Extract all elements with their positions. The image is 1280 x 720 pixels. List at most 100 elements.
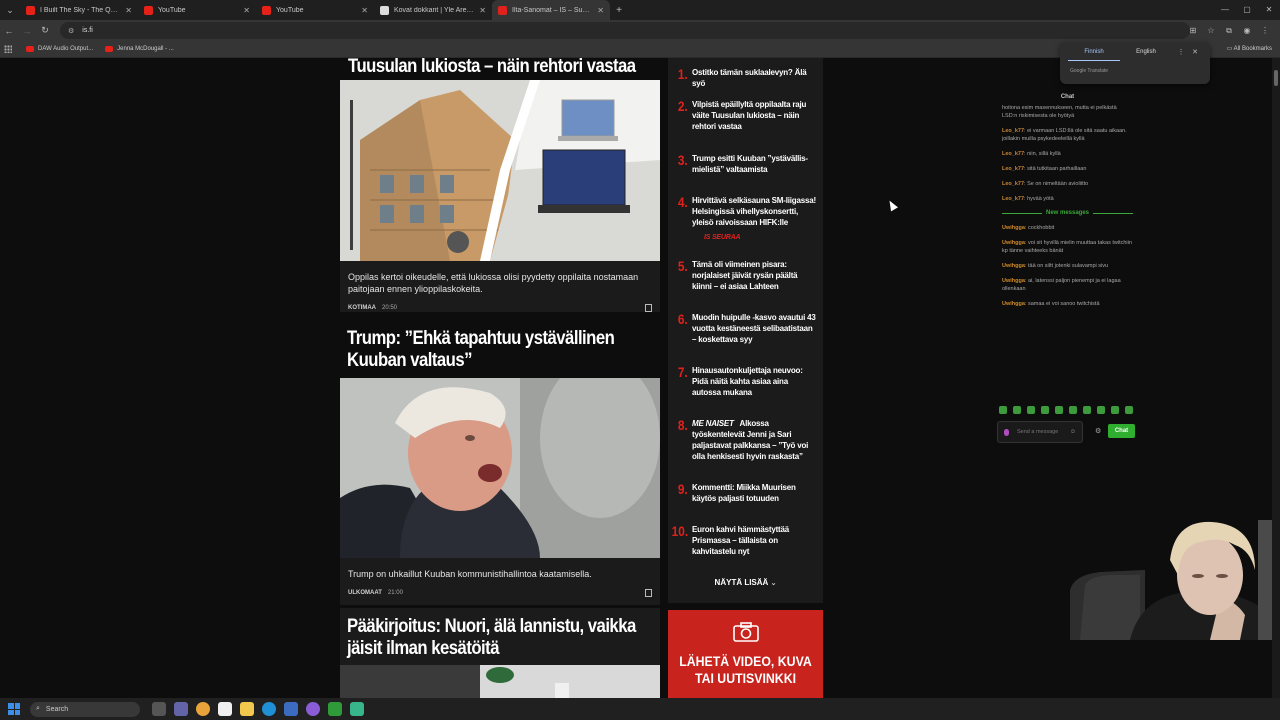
article-section[interactable]: KOTIMAA (348, 305, 376, 311)
forward-icon[interactable]: → (18, 26, 36, 36)
extensions-icon[interactable]: ⧉ (1220, 26, 1238, 36)
emoji-icon[interactable]: ☺ (1070, 429, 1076, 435)
most-read-item[interactable]: 10. Euron kahvi hämmästyttää Prismassa –… (668, 524, 823, 557)
article-card[interactable]: Oppilas kertoi oikeudelle, että lukiossa… (340, 80, 660, 312)
close-window-icon[interactable]: ✕ (1258, 0, 1280, 20)
chat-username[interactable]: Uwihgga (1002, 225, 1025, 231)
new-tab-button[interactable]: + (610, 5, 628, 16)
send-tip-banner[interactable]: LÄHETÄ VIDEO, KUVA TAI UUTISVINKKI (668, 610, 823, 698)
emote-icon[interactable] (1097, 406, 1105, 414)
task-view-icon[interactable] (152, 702, 166, 716)
back-icon[interactable]: ← (0, 26, 18, 36)
save-article-icon[interactable] (645, 304, 652, 312)
rank-title[interactable]: Muodin huipulle -kasvo avautui 43 vuotta… (692, 312, 823, 345)
target-lang-tab[interactable]: English (1120, 44, 1172, 60)
scrollbar-thumb[interactable] (1274, 70, 1278, 86)
article-headline[interactable]: jäisit ilman kesätöitä (340, 637, 622, 665)
site-info-icon[interactable]: ⚙ (68, 27, 74, 35)
emote-icon[interactable] (1111, 406, 1119, 414)
browser-tab[interactable]: I Built The Sky - The Quiet Place ✕ (20, 0, 138, 20)
emote-icon[interactable] (1125, 406, 1133, 414)
chat-username[interactable]: Uwihgga (1002, 301, 1025, 307)
chrome-icon[interactable] (196, 702, 210, 716)
article-card[interactable]: Trump: ”Ehkä tapahtuu ystävällinen Kuuba… (340, 320, 660, 605)
article-headline[interactable]: Trump: ”Ehkä tapahtuu ystävällinen (340, 320, 622, 349)
rank-title[interactable]: Euron kahvi hämmästyttää Prismassa – täl… (692, 524, 823, 557)
tab-search-icon[interactable]: ⌄ (0, 0, 20, 20)
browser-tab[interactable]: YouTube ✕ (256, 0, 374, 20)
teams-icon[interactable] (174, 702, 188, 716)
most-read-item[interactable]: 8. ME NAISET Alkossa työskentelevät Jenn… (668, 418, 823, 462)
rank-title[interactable]: Vilpistä epäillyltä oppilaalta raju väit… (692, 99, 823, 132)
chat-username[interactable]: Leo_k77 (1002, 196, 1024, 202)
most-read-item[interactable]: 5. Tämä oli viimeinen pisara: norjalaise… (668, 259, 823, 292)
chat-username[interactable]: Leo_k77 (1002, 181, 1024, 187)
windows-start-icon[interactable] (8, 703, 20, 715)
close-tab-icon[interactable]: ✕ (479, 6, 486, 15)
store-icon[interactable] (218, 702, 232, 716)
all-bookmarks-button[interactable]: ▭ All Bookmarks (1227, 41, 1272, 58)
gear-icon[interactable]: ⚙ (1095, 427, 1101, 435)
maximize-icon[interactable]: ▢ (1236, 0, 1258, 20)
chat-send-button[interactable]: Chat (1108, 424, 1135, 438)
browser-tab[interactable]: YouTube ✕ (138, 0, 256, 20)
article-image[interactable] (340, 378, 660, 558)
profile-icon[interactable]: ◉ (1238, 26, 1256, 35)
emote-icon[interactable] (1013, 406, 1021, 414)
most-read-item[interactable]: 9. Kommentti: Miikka Muurisen käytös pal… (668, 482, 823, 504)
menu-icon[interactable]: ⋮ (1256, 26, 1274, 35)
emote-icon[interactable] (999, 406, 1007, 414)
close-icon[interactable]: ✕ (1188, 48, 1202, 56)
article-headline[interactable]: Kuuban valtaus” (340, 349, 622, 378)
browser-tab-active[interactable]: Ilta-Sanomat – IS – Suomen suurin ✕ (492, 0, 610, 20)
emote-icon[interactable] (1083, 406, 1091, 414)
emote-icon[interactable] (1055, 406, 1063, 414)
emote-icon[interactable] (1041, 406, 1049, 414)
rank-title[interactable]: Tämä oli viimeinen pisara: norjalaiset j… (692, 259, 823, 292)
article-image[interactable] (340, 80, 660, 261)
save-article-icon[interactable] (645, 589, 652, 597)
close-tab-icon[interactable]: ✕ (243, 6, 250, 15)
most-read-item[interactable]: 6. Muodin huipulle -kasvo avautui 43 vuo… (668, 312, 823, 345)
page-scrollbar[interactable] (1272, 58, 1280, 698)
source-lang-tab[interactable]: Finnish (1068, 44, 1120, 61)
app-icon[interactable] (284, 702, 298, 716)
most-read-item[interactable]: 2. Vilpistä epäillyltä oppilaalta raju v… (668, 99, 823, 132)
rank-title[interactable]: Ostitko tämän suklaalevyn? Älä syö (692, 67, 823, 89)
file-explorer-icon[interactable] (240, 702, 254, 716)
reload-icon[interactable]: ↻ (36, 25, 54, 36)
article-section[interactable]: ULKOMAAT (348, 590, 382, 596)
article-card[interactable]: Pääkirjoitus: Nuori, älä lannistu, vaikk… (340, 608, 660, 698)
close-tab-icon[interactable]: ✕ (597, 6, 604, 15)
discord-icon[interactable] (306, 702, 320, 716)
most-read-item[interactable]: 3. Trump esitti Kuuban ”ystävällis-mieli… (668, 153, 823, 175)
rank-title-block[interactable]: ME NAISET Alkossa työskentelevät Jenni j… (692, 418, 823, 462)
bookmark-item[interactable]: DAW Audio Output... (26, 46, 93, 52)
emote-icon[interactable] (1027, 406, 1035, 414)
chat-username[interactable]: Uwihgga (1002, 240, 1025, 246)
chat-username[interactable]: Uwihgga (1002, 278, 1025, 284)
article-image[interactable] (340, 665, 660, 698)
rank-title[interactable]: Trump esitti Kuuban ”ystävällis-mielistä… (692, 153, 823, 175)
most-read-item[interactable]: 1. Ostitko tämän suklaalevyn? Älä syö (668, 67, 823, 89)
most-read-item[interactable]: 7. Hinausautonkuljettaja neuvoo: Pidä nä… (668, 365, 823, 398)
article-headline[interactable]: Pääkirjoitus: Nuori, älä lannistu, vaikk… (340, 608, 636, 637)
show-more-button[interactable]: NÄYTÄ LISÄÄ ⌄ (668, 578, 823, 587)
more-options-icon[interactable]: ⋮ (1174, 48, 1188, 56)
rank-title-block[interactable]: Hirvittävä selkäsauna SM-liigassa! Helsi… (692, 195, 823, 243)
emote-icon[interactable] (1069, 406, 1077, 414)
apps-icon[interactable] (4, 45, 12, 53)
chat-username[interactable]: Leo_k77 (1002, 151, 1024, 157)
rank-title[interactable]: Hinausautonkuljettaja neuvoo: Pidä näitä… (692, 365, 823, 398)
most-read-item[interactable]: 4. Hirvittävä selkäsauna SM-liigassa! He… (668, 195, 823, 243)
media-player-icon[interactable] (328, 702, 342, 716)
minimize-icon[interactable]: — (1214, 0, 1236, 20)
chat-message-input[interactable]: Send a message ☺ (997, 421, 1083, 443)
app-icon[interactable] (350, 702, 364, 716)
bookmark-star-icon[interactable]: ☆ (1202, 26, 1220, 35)
bookmark-item[interactable]: Jenna McDougall - ... (105, 46, 174, 52)
taskbar-search[interactable]: ⌕ Search (30, 701, 140, 717)
edge-icon[interactable] (262, 702, 276, 716)
close-tab-icon[interactable]: ✕ (361, 6, 368, 15)
address-bar[interactable]: ⚙ is.fi (60, 22, 1190, 39)
